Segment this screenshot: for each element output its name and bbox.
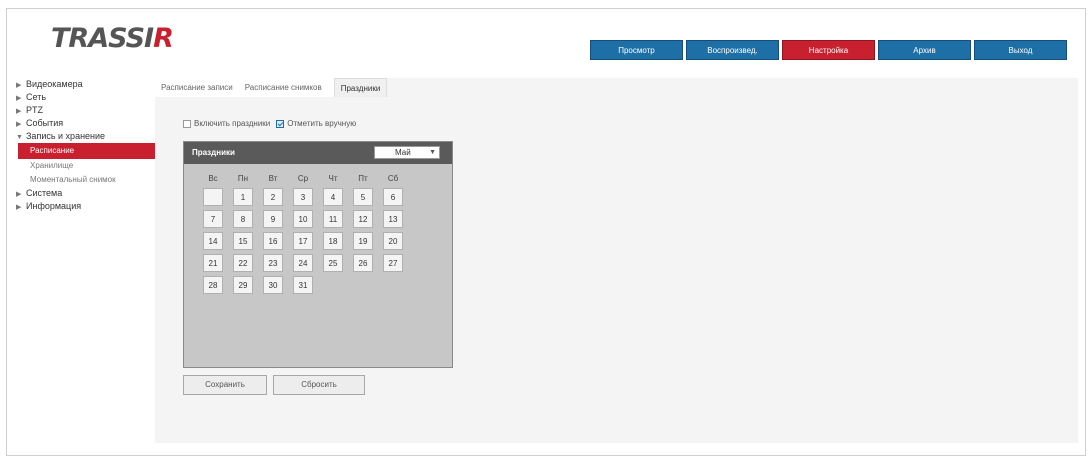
calendar-day-cell[interactable]: 18 xyxy=(323,232,343,250)
logo-main-text: TRASSI xyxy=(51,23,154,54)
top-nav: Просмотр Воспроизвед. Настройка Архив Вы… xyxy=(590,40,1067,60)
month-select[interactable]: Май ▼ xyxy=(374,146,440,159)
weekday-label: Сб xyxy=(387,174,399,183)
weekday-label: Чт xyxy=(328,174,338,183)
calendar-day-cell[interactable]: 12 xyxy=(353,210,373,228)
calendar-day-cell[interactable]: 3 xyxy=(293,188,313,206)
content-panel: Расписание записи Расписание снимков Пра… xyxy=(155,78,1078,443)
calendar-day-cell[interactable]: 27 xyxy=(383,254,403,272)
sidebar-subitem-label: Моментальный снимок xyxy=(30,175,116,184)
weekday-label: Вс xyxy=(208,174,218,183)
sidebar-item-label: Сеть xyxy=(26,92,47,102)
calendar-day-cell[interactable]: 19 xyxy=(353,232,373,250)
calendar-day-cell[interactable]: 16 xyxy=(263,232,283,250)
sidebar-item-label: PTZ xyxy=(26,105,43,115)
calendar-header: Праздники Май ▼ xyxy=(184,142,452,164)
subtab-holidays[interactable]: Праздники xyxy=(333,78,388,97)
subtab-snapshot-schedule[interactable]: Расписание снимков xyxy=(239,78,328,97)
month-select-value: Май xyxy=(395,148,411,157)
calendar-day-cell[interactable]: 14 xyxy=(203,232,223,250)
weekday-label: Пн xyxy=(237,174,249,183)
sidebar-item-label: Запись и хранение xyxy=(26,131,106,141)
calendar-day-cell[interactable]: 20 xyxy=(383,232,403,250)
sidebar-item-camera[interactable]: ▶ Видеокамера xyxy=(16,78,160,91)
calendar-day-cell[interactable]: 23 xyxy=(263,254,283,272)
calendar-day-cell[interactable]: 28 xyxy=(203,276,223,294)
enable-holidays-checkbox[interactable] xyxy=(183,119,191,128)
sidebar-item-label: Видеокамера xyxy=(26,79,83,89)
calendar-day-cell[interactable]: 9 xyxy=(263,210,283,228)
calendar-day-cell[interactable]: 15 xyxy=(233,232,253,250)
weekday-label: Ср xyxy=(297,174,309,183)
calendar-day-cell[interactable]: 31 xyxy=(293,276,313,294)
sidebar-item-label: События xyxy=(26,118,64,128)
subtab-record-schedule[interactable]: Расписание записи xyxy=(155,78,239,97)
weekday-label: Пт xyxy=(358,174,368,183)
calendar-day-cell[interactable]: 30 xyxy=(263,276,283,294)
calendar-day-cell[interactable]: 6 xyxy=(383,188,403,206)
calendar-day-cell[interactable]: 13 xyxy=(383,210,403,228)
nav-tab-logout[interactable]: Выход xyxy=(974,40,1067,60)
calendar-day-cell[interactable]: 11 xyxy=(323,210,343,228)
sidebar: ▶ Видеокамера ▶ Сеть ▶ PTZ ▶ События ▼ Запись… xyxy=(16,78,160,213)
calendar-day-cell[interactable]: 8 xyxy=(233,210,253,228)
manual-mark-checkbox[interactable] xyxy=(276,119,285,128)
trassir-logo: TRASSIR xyxy=(51,23,174,54)
calendar-day-cell[interactable]: 26 xyxy=(353,254,373,272)
calendar-day-cell[interactable]: 21 xyxy=(203,254,223,272)
reset-button[interactable]: Сбросить xyxy=(273,375,365,395)
calendar-empty-cell xyxy=(203,188,223,206)
subtab-bar: Расписание записи Расписание снимков Пра… xyxy=(155,78,388,97)
sidebar-item-network[interactable]: ▶ Сеть xyxy=(16,91,160,104)
calendar-day-cell[interactable]: 7 xyxy=(203,210,223,228)
calendar-day-cell[interactable]: 17 xyxy=(293,232,313,250)
calendar-day-cell[interactable]: 25 xyxy=(323,254,343,272)
holiday-options: Включить праздники Отметить вручную xyxy=(183,119,356,128)
calendar-day-cell[interactable]: 4 xyxy=(323,188,343,206)
collapse-arrow-icon: ▼ xyxy=(16,134,23,141)
manual-mark-option[interactable]: Отметить вручную xyxy=(276,119,356,128)
sidebar-item-label: Система xyxy=(26,188,63,198)
sidebar-item-label: Информация xyxy=(26,201,82,211)
sidebar-item-storage[interactable]: ▼ Запись и хранение xyxy=(16,130,160,143)
enable-holidays-label: Включить праздники xyxy=(194,119,271,128)
holiday-calendar: Праздники Май ▼ Вс Пн Вт Ср Чт Пт Сб 1234567891… xyxy=(183,141,453,368)
sidebar-item-ptz[interactable]: ▶ PTZ xyxy=(16,104,160,117)
nav-tab-settings[interactable]: Настройка xyxy=(782,40,875,60)
chevron-down-icon: ▼ xyxy=(429,149,436,156)
nav-tab-archive[interactable]: Архив xyxy=(878,40,971,60)
sidebar-item-info[interactable]: ▶ Информация xyxy=(16,200,160,213)
sidebar-subitem-schedule[interactable]: Расписание xyxy=(18,143,160,159)
weekday-label: Вт xyxy=(268,174,278,183)
logo-accent-letter: R xyxy=(153,23,174,54)
nav-tab-playback[interactable]: Воспроизвед. xyxy=(686,40,779,60)
calendar-days-grid: 1 2 3 4 5 6 7 8 9 10 11 12 13 14 15 16 17 18 19 20 21 22 23 24 2… xyxy=(198,188,408,294)
calendar-day-cell[interactable]: 29 xyxy=(233,276,253,294)
expand-arrow-icon: ▶ xyxy=(16,204,22,211)
calendar-day-cell[interactable]: 22 xyxy=(233,254,253,272)
calendar-title: Праздники xyxy=(192,148,235,157)
calendar-day-cell[interactable]: 1 xyxy=(233,188,253,206)
calendar-day-cell[interactable]: 10 xyxy=(293,210,313,228)
sidebar-subitem-storage[interactable]: Хранилище xyxy=(16,159,160,173)
nav-tab-live[interactable]: Просмотр xyxy=(590,40,683,60)
save-button[interactable]: Сохранить xyxy=(183,375,267,395)
sidebar-item-events[interactable]: ▶ События xyxy=(16,117,160,130)
enable-holidays-option[interactable]: Включить праздники xyxy=(183,119,270,128)
sidebar-subitem-snapshot[interactable]: Моментальный снимок xyxy=(16,173,160,187)
calendar-day-cell[interactable]: 24 xyxy=(293,254,313,272)
manual-mark-label: Отметить вручную xyxy=(287,119,357,128)
calendar-day-cell[interactable]: 5 xyxy=(353,188,373,206)
sidebar-subitem-label: Расписание xyxy=(30,146,75,155)
weekday-header-row: Вс Пн Вт Ср Чт Пт Сб xyxy=(198,174,408,183)
calendar-day-cell[interactable]: 2 xyxy=(263,188,283,206)
sidebar-item-system[interactable]: ▶ Система xyxy=(16,187,160,200)
sidebar-subitem-label: Хранилище xyxy=(30,161,74,170)
